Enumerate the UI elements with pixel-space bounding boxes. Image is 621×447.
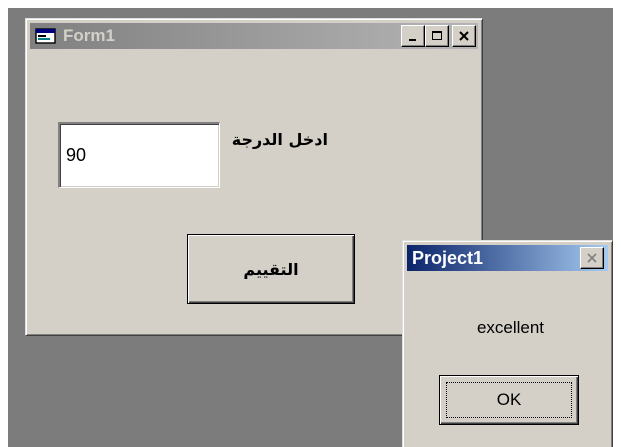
- msgbox-title: Project1: [412, 247, 484, 268]
- project1-msgbox: Project1 excellent OK: [402, 240, 613, 447]
- close-button[interactable]: [452, 25, 476, 47]
- msgbox-message: excellent: [476, 318, 545, 337]
- minimize-button[interactable]: [401, 25, 425, 47]
- msgbox-close-button[interactable]: [580, 247, 604, 269]
- ok-button-label: OK: [446, 382, 572, 418]
- maximize-button[interactable]: [425, 25, 449, 47]
- desktop: Form1 90 ادخل الدرجة التقييم Project1 ex…: [8, 8, 613, 447]
- form1-titlebar[interactable]: Form1: [30, 23, 478, 49]
- form1-title: Form1: [63, 26, 115, 45]
- evaluate-button[interactable]: التقييم: [187, 234, 355, 304]
- close-icon: [459, 31, 469, 41]
- minimize-icon: [409, 39, 416, 41]
- msgbox-titlebar[interactable]: Project1: [407, 245, 608, 271]
- form1-caption-buttons: [401, 25, 476, 47]
- grade-label: ادخل الدرجة: [231, 130, 328, 149]
- msgbox-caption-buttons: [580, 247, 604, 269]
- maximize-icon: [432, 31, 442, 40]
- grade-input[interactable]: [58, 122, 220, 188]
- vb-form-icon: [35, 28, 56, 44]
- ok-button[interactable]: OK: [439, 375, 579, 425]
- close-icon: [587, 253, 597, 263]
